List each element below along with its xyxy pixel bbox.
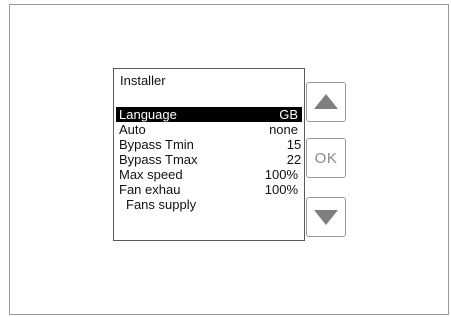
ok-button[interactable]: OK (306, 138, 346, 178)
menu-item-value: GB (279, 107, 298, 122)
menu-item-label: Max speed (119, 167, 183, 182)
settings-menu: Language GB Auto none Bypass Tmin 15 Byp… (116, 107, 302, 212)
menu-item-value: 100% (264, 167, 298, 182)
triangle-down-icon (314, 210, 338, 225)
lcd-screen: Installer Language GB Auto none Bypass T… (113, 68, 305, 241)
triangle-up-icon (314, 94, 338, 109)
menu-item-max-speed[interactable]: Max speed 100% (116, 167, 302, 182)
menu-item-bypass-tmin[interactable]: Bypass Tmin 15 (116, 137, 302, 152)
ok-button-label: OK (314, 150, 338, 167)
down-button[interactable] (306, 197, 346, 237)
menu-item-fans-supply[interactable]: Fans supply (116, 197, 302, 212)
menu-item-label: Language (119, 107, 177, 122)
menu-item-label: Fan exhau (119, 182, 181, 197)
menu-item-label: Auto (119, 122, 146, 137)
menu-item-label: Bypass Tmax (119, 152, 198, 167)
menu-item-label: Fans supply (126, 197, 197, 212)
up-button[interactable] (306, 82, 346, 122)
menu-item-fan-exhau[interactable]: Fan exhau 100% (116, 182, 302, 197)
menu-item-label: Bypass Tmin (119, 137, 194, 152)
menu-item-bypass-tmax[interactable]: Bypass Tmax 22 (116, 152, 302, 167)
menu-item-language[interactable]: Language GB (116, 107, 302, 122)
screen-title: Installer (120, 73, 166, 88)
menu-item-value: none (269, 122, 298, 137)
menu-item-auto[interactable]: Auto none (116, 122, 302, 137)
menu-item-value: 100% (264, 182, 298, 197)
